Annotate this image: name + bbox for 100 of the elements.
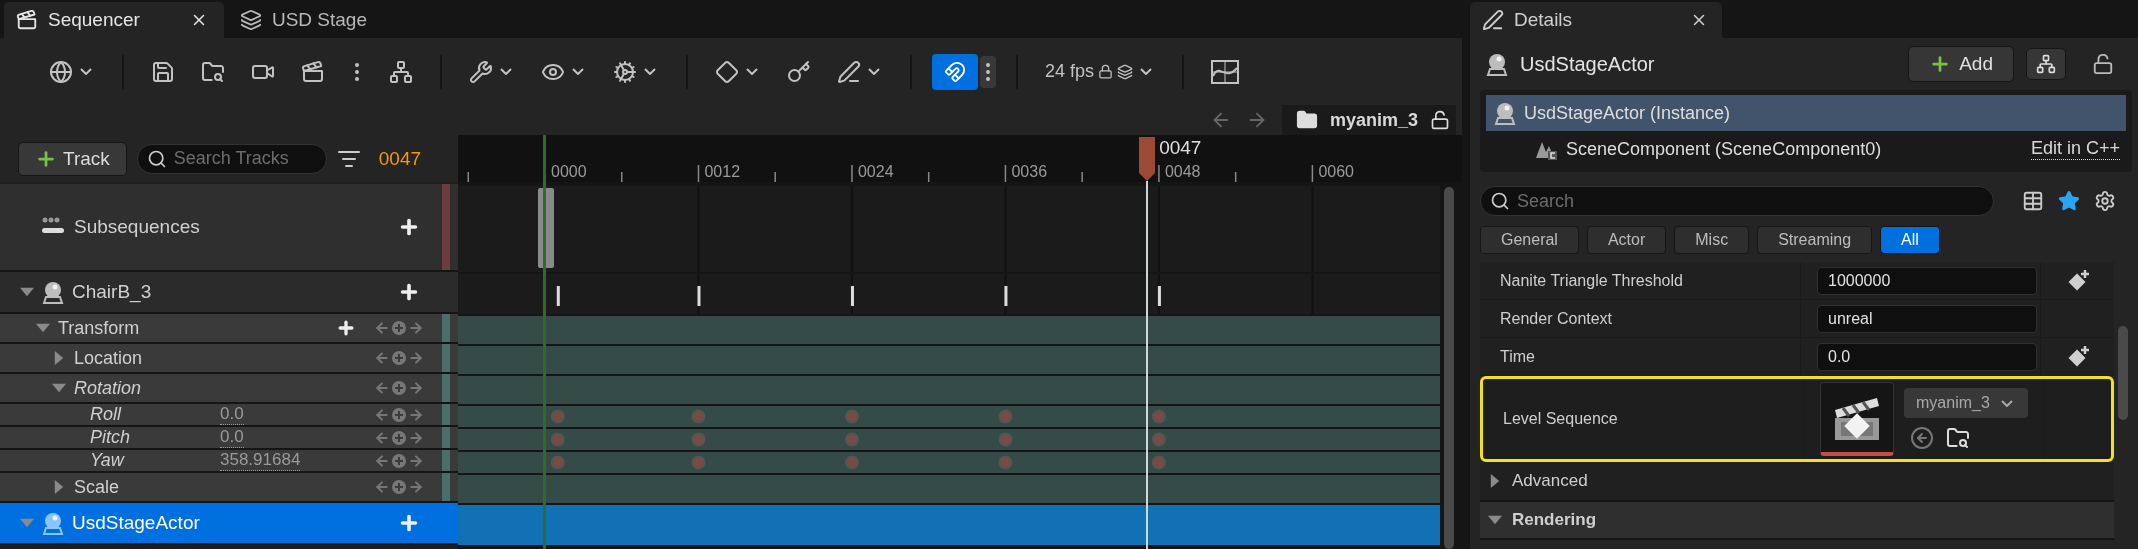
track-row[interactable]: Roll 0.0 [0, 404, 458, 427]
plus-icon[interactable] [336, 318, 356, 338]
component-label: UsdStageActor (Instance) [1524, 102, 1732, 124]
arrow-right-icon[interactable] [408, 479, 424, 495]
snap-button[interactable] [932, 53, 978, 90]
frame-label: 0024 [857, 163, 894, 180]
key-tick[interactable] [1157, 286, 1161, 306]
search-tracks-field[interactable]: Search Tracks [136, 143, 327, 174]
track-row[interactable]: ChairB_3 [0, 272, 458, 314]
details-tab[interactable]: Details [1470, 2, 1722, 38]
asset-picker[interactable]: myanim_3 [1904, 388, 2028, 418]
unlock-icon[interactable] [2092, 53, 2114, 75]
table-icon[interactable] [2022, 190, 2044, 212]
plus-icon[interactable] [398, 216, 420, 238]
property-label: Time [1499, 347, 1536, 366]
category-filter-button[interactable]: Streaming [1757, 226, 1873, 254]
arrow-right-icon[interactable] [408, 429, 424, 446]
section-header[interactable]: Advanced [1480, 462, 2114, 502]
category-filter-button[interactable]: General [1480, 226, 1579, 254]
track-row[interactable]: Rotation [0, 374, 458, 404]
category-filter-button[interactable]: All [1880, 226, 1940, 254]
star-icon[interactable] [2058, 190, 2080, 212]
caret-icon[interactable] [52, 381, 66, 395]
arrow-right-icon[interactable] [408, 320, 424, 336]
blueprint-button[interactable] [2026, 48, 2066, 80]
track-row[interactable]: Yaw 358.91684 [0, 450, 458, 473]
property-value-field[interactable]: unreal [1817, 304, 2037, 333]
arrow-right-icon[interactable] [408, 350, 424, 366]
caret-icon[interactable] [1488, 513, 1502, 527]
caret-icon[interactable] [36, 321, 50, 335]
track-label: Scale [74, 476, 120, 498]
more-icon [986, 62, 990, 81]
property-value-field[interactable]: 0.0 [1817, 342, 2037, 371]
folder-icon[interactable] [1295, 109, 1318, 131]
clapperboard-icon [16, 9, 38, 31]
layers-icon [1117, 63, 1134, 80]
arrow-right-icon[interactable] [408, 452, 424, 469]
channel-value[interactable]: 358.91684 [220, 450, 301, 471]
track-label: Transform [58, 317, 140, 339]
track-row[interactable]: Subsequences [0, 184, 458, 272]
edit-in-cpp-link[interactable]: Edit in C++ [2030, 138, 2120, 160]
add-track-button[interactable]: Track [18, 141, 127, 176]
track-label: UsdStageActor [72, 512, 200, 534]
caret-icon [572, 68, 584, 75]
pen-icon [837, 59, 861, 84]
category-filter-button[interactable]: Misc [1674, 226, 1750, 254]
add-component-button[interactable]: Add [1908, 46, 2014, 82]
component-row[interactable]: SceneComponent (SceneComponent0) Edit in C++ [1486, 131, 2126, 167]
actor-title: UsdStageActor [1520, 52, 1656, 76]
editor-tab[interactable]: Sequencer [4, 2, 224, 38]
property-value-field[interactable]: 1000000 [1817, 266, 2037, 295]
actor-icon [42, 280, 64, 304]
unlock-icon[interactable] [1430, 110, 1450, 130]
section-header[interactable]: Rendering [1480, 502, 2114, 540]
caret-icon [868, 68, 880, 75]
plus-icon[interactable] [398, 281, 420, 303]
track-row[interactable]: Transform [0, 314, 458, 344]
use-selected-icon[interactable] [1910, 426, 1934, 450]
hierarchy-icon [2036, 54, 2056, 74]
component-row[interactable]: UsdStageActor (Instance) [1486, 95, 2126, 131]
editor-tab[interactable]: USD Stage [227, 2, 383, 38]
details-search-field[interactable]: Search [1480, 186, 1994, 216]
actor-icon [1494, 101, 1516, 125]
key-tick[interactable] [850, 286, 854, 306]
current-frame[interactable]: 0047 [378, 147, 422, 170]
track-row[interactable]: Scale [0, 473, 458, 503]
track-row[interactable]: Pitch 0.0 [0, 427, 458, 450]
track-row[interactable]: Location [0, 344, 458, 374]
lock-icon [1098, 64, 1114, 79]
property-label: Level Sequence [1502, 410, 1619, 428]
save-icon [151, 59, 175, 84]
caret-icon[interactable] [52, 351, 66, 365]
caret-icon [746, 68, 758, 75]
asset-thumbnail[interactable] [1820, 382, 1894, 456]
browse-icon[interactable] [1946, 426, 1970, 450]
caret-icon[interactable] [1488, 474, 1502, 488]
frame-label: 0000 [551, 163, 587, 180]
scrollbar[interactable] [1444, 187, 1454, 549]
frame-rate-button[interactable]: 24 fps [1038, 56, 1163, 87]
caret-icon[interactable] [20, 285, 34, 299]
caret-icon[interactable] [52, 480, 66, 494]
arrow-right-icon[interactable] [408, 406, 424, 423]
component-label: SceneComponent (SceneComponent0) [1566, 138, 1883, 160]
scrollbar[interactable] [2118, 326, 2128, 420]
actor-icon [42, 511, 64, 535]
arrow-right-icon[interactable] [408, 380, 424, 396]
frame-label: 0036 [1011, 163, 1048, 180]
more-icon [355, 62, 359, 81]
search-icon [1490, 191, 1510, 211]
settings-icon[interactable] [2094, 190, 2116, 212]
channel-label: Yaw [90, 450, 126, 471]
clapperboard-icon [301, 59, 325, 84]
channel-value[interactable]: 0.0 [220, 427, 244, 448]
key-tick[interactable] [556, 286, 560, 306]
snap-options-button[interactable] [980, 55, 996, 88]
category-filter-button[interactable]: Actor [1586, 226, 1667, 254]
section-label: Rendering [1512, 510, 1597, 530]
property-label: Nanite Triangle Threshold [1499, 271, 1684, 290]
playhead-marker[interactable] [1137, 137, 1158, 182]
channel-value[interactable]: 0.0 [220, 404, 244, 425]
